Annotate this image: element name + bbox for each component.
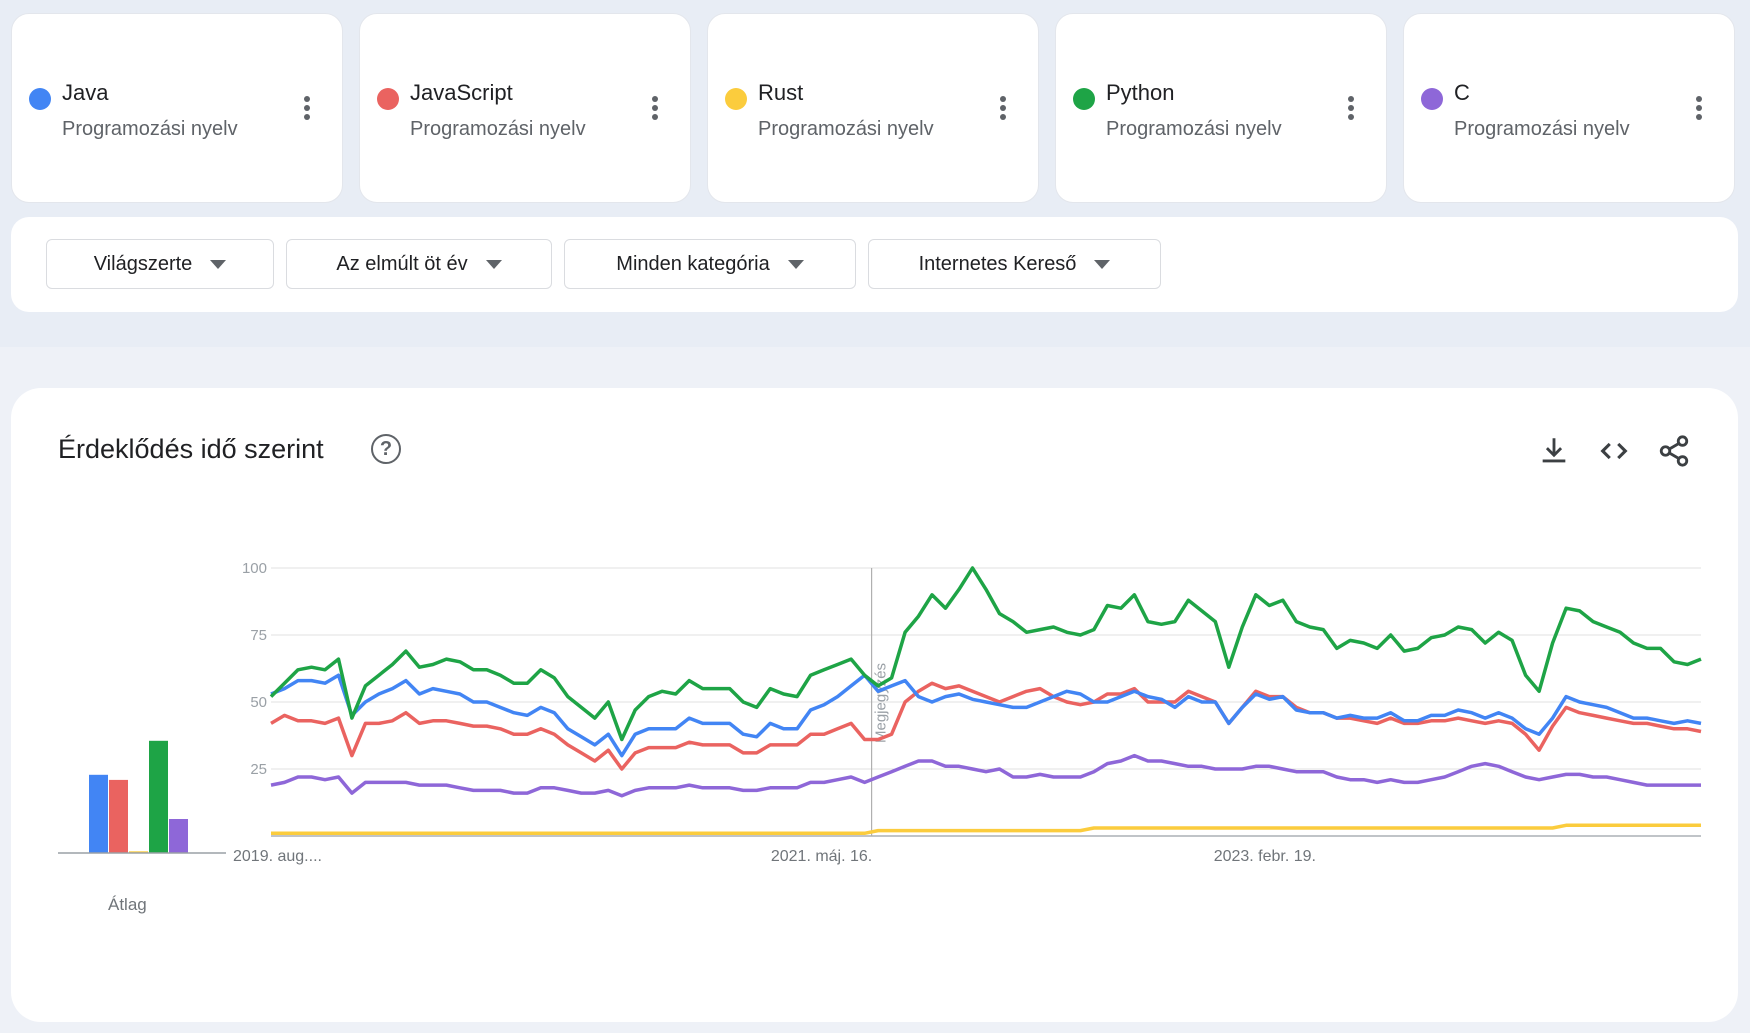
average-bar-c bbox=[169, 819, 188, 853]
period-filter-label: Az elmúlt öt év bbox=[336, 252, 468, 275]
more-vert-icon[interactable] bbox=[1694, 96, 1704, 126]
dropdown-arrow-icon bbox=[210, 259, 227, 269]
comparison-terms: Java Programozási nyelv JavaScript Progr… bbox=[11, 13, 1738, 203]
more-vert-icon[interactable] bbox=[650, 96, 660, 126]
x-tick-label: 2019. aug.... bbox=[233, 848, 322, 865]
series-line-python bbox=[269, 566, 1702, 742]
x-tick-label: 2023. febr. 19. bbox=[1214, 848, 1316, 865]
more-vert-icon[interactable] bbox=[302, 96, 312, 126]
average-bar-javascript bbox=[109, 779, 128, 853]
dropdown-arrow-icon bbox=[787, 259, 804, 269]
term-name: Java bbox=[62, 80, 109, 105]
region-filter-label: Világszerte bbox=[93, 252, 193, 275]
share-icon[interactable] bbox=[1657, 434, 1691, 468]
term-subtitle: Programozási nyelv bbox=[1454, 118, 1630, 140]
term-card-javascript[interactable]: JavaScript Programozási nyelv bbox=[359, 13, 691, 203]
more-vert-icon[interactable] bbox=[998, 96, 1008, 126]
source-filter[interactable]: Internetes Kereső bbox=[868, 239, 1161, 289]
category-filter-label: Minden kategória bbox=[616, 252, 770, 275]
y-tick-label: 50 bbox=[250, 694, 267, 711]
term-name: C bbox=[1454, 80, 1470, 105]
x-tick-label: 2021. máj. 16. bbox=[771, 848, 872, 865]
more-vert-icon[interactable] bbox=[1346, 96, 1356, 126]
average-bar-chart bbox=[58, 740, 226, 854]
average-label: Átlag bbox=[108, 895, 147, 914]
series-line-rust bbox=[271, 823, 1701, 836]
term-name: JavaScript bbox=[410, 80, 513, 105]
term-subtitle: Programozási nyelv bbox=[62, 118, 238, 140]
term-card-python[interactable]: Python Programozási nyelv bbox=[1055, 13, 1387, 203]
term-subtitle: Programozási nyelv bbox=[758, 118, 934, 140]
term-card-java[interactable]: Java Programozási nyelv bbox=[11, 13, 343, 203]
y-tick-label: 25 bbox=[250, 761, 267, 778]
chart-title: Érdeklődés idő szerint bbox=[58, 434, 324, 464]
interest-line-chart: 25 50 75 100 Megjegyzés 2019. aug.... 2021. má… bbox=[233, 560, 1702, 865]
help-circle-icon[interactable]: ? bbox=[371, 434, 401, 464]
average-bar-java bbox=[89, 774, 108, 853]
term-subtitle: Programozási nyelv bbox=[410, 118, 586, 140]
y-tick-label: 75 bbox=[250, 627, 267, 644]
java-color-dot bbox=[29, 88, 51, 110]
source-filter-label: Internetes Kereső bbox=[918, 252, 1077, 275]
rust-color-dot bbox=[725, 88, 747, 110]
embed-code-icon[interactable] bbox=[1597, 434, 1631, 468]
period-filter[interactable]: Az elmúlt öt év bbox=[286, 239, 552, 289]
javascript-color-dot bbox=[377, 88, 399, 110]
term-name: Python bbox=[1106, 80, 1175, 105]
dropdown-arrow-icon bbox=[485, 259, 502, 269]
interest-over-time-card: Érdeklődés idő szerint ? Átlag 25 50 75 100… bbox=[11, 388, 1738, 1022]
filter-bar: Világszerte Az elmúlt öt év Minden kateg… bbox=[11, 217, 1738, 312]
region-filter[interactable]: Világszerte bbox=[46, 239, 274, 289]
dropdown-arrow-icon bbox=[1094, 259, 1111, 269]
series-line-c bbox=[270, 753, 1701, 798]
term-card-c[interactable]: C Programozási nyelv bbox=[1403, 13, 1735, 203]
annotation-label[interactable]: Megjegyzés bbox=[873, 663, 890, 743]
term-card-rust[interactable]: Rust Programozási nyelv bbox=[707, 13, 1039, 203]
term-name: Rust bbox=[758, 80, 804, 105]
y-tick-label: 100 bbox=[242, 560, 267, 577]
term-subtitle: Programozási nyelv bbox=[1106, 118, 1282, 140]
average-bar-python bbox=[149, 740, 168, 853]
python-color-dot bbox=[1073, 88, 1095, 110]
series-line-javascript bbox=[270, 681, 1702, 771]
series-line-java bbox=[270, 673, 1702, 758]
download-icon[interactable] bbox=[1537, 434, 1571, 468]
c-color-dot bbox=[1421, 88, 1443, 110]
category-filter[interactable]: Minden kategória bbox=[564, 239, 856, 289]
